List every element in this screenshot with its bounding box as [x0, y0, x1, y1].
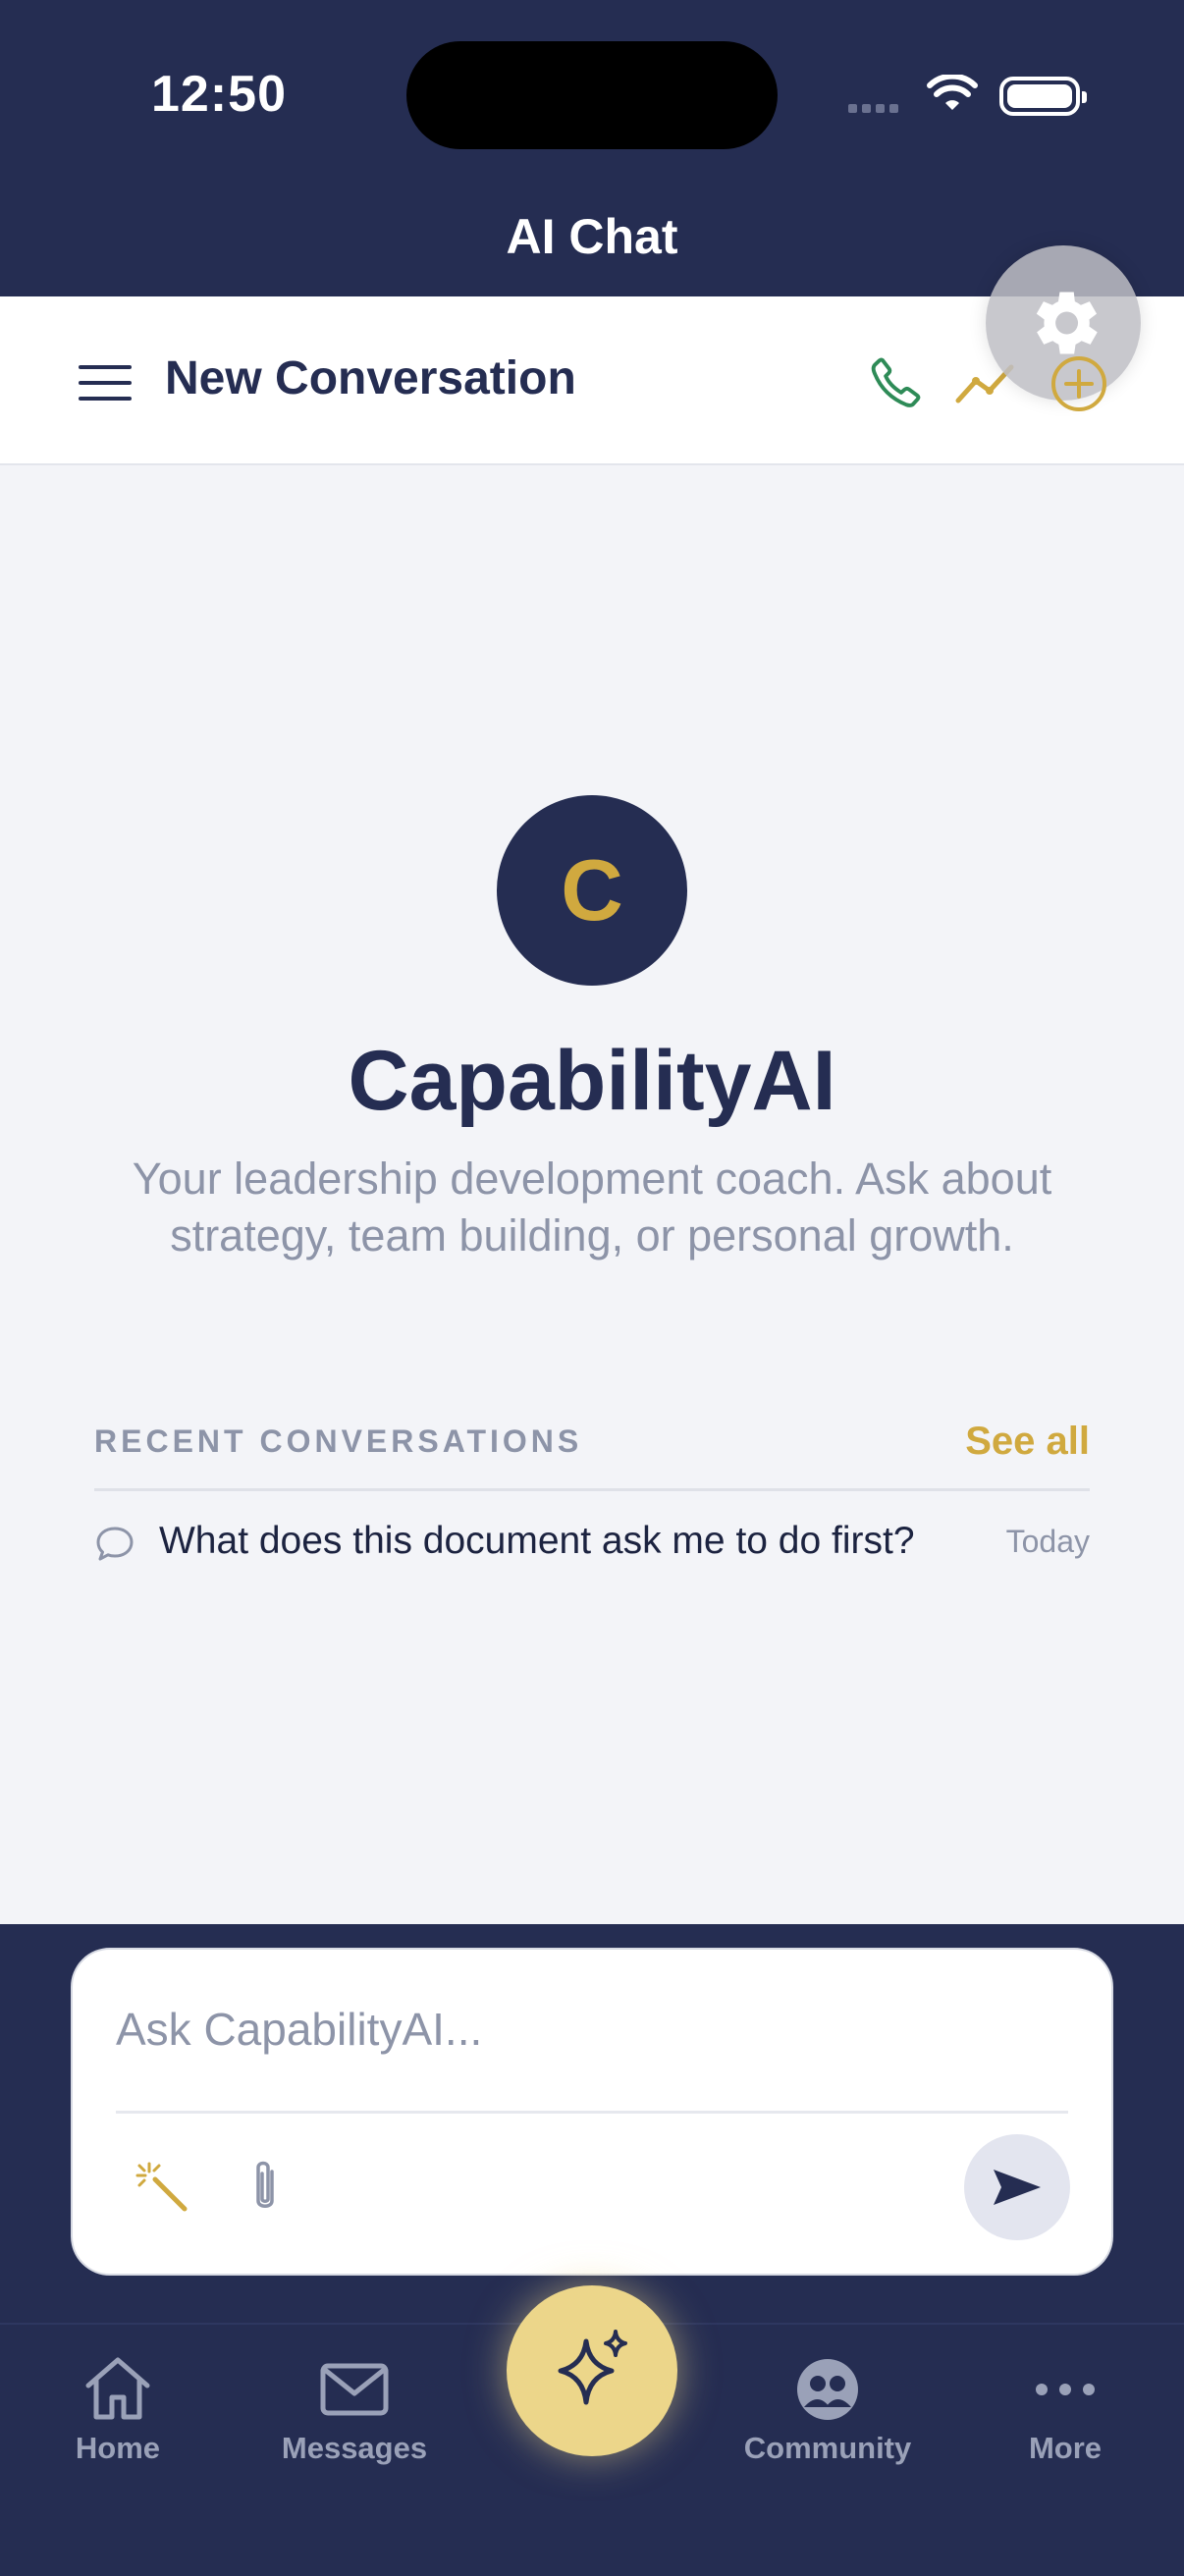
home-icon	[85, 2357, 150, 2420]
tab-messages-label: Messages	[281, 2431, 428, 2465]
top-bar: 12:50 AI Chat	[0, 0, 1184, 296]
recent-conversation-item[interactable]: What does this document ask me to do fir…	[94, 1514, 1090, 1573]
see-all-link[interactable]: See all	[965, 1420, 1090, 1464]
tab-more[interactable]: More	[967, 2352, 1163, 2466]
tab-home[interactable]: Home	[20, 2352, 216, 2466]
send-icon	[994, 2170, 1041, 2205]
recent-conversations-header: RECENT CONVERSATIONS See all	[94, 1420, 1090, 1491]
tab-more-label: More	[1028, 2431, 1103, 2465]
ai-chat-tab-button[interactable]	[507, 2285, 677, 2456]
chat-bubble-icon	[96, 1527, 134, 1561]
more-icon	[1036, 2384, 1095, 2395]
battery-icon	[999, 77, 1087, 116]
recent-conversation-date: Today	[1005, 1524, 1090, 1559]
mail-icon	[320, 2363, 389, 2416]
hamburger-icon[interactable]	[79, 365, 132, 404]
phone-icon[interactable]	[866, 351, 927, 412]
wifi-icon	[927, 75, 978, 110]
assistant-tagline: Your leadership development coach. Ask a…	[132, 1154, 1052, 1261]
message-input[interactable]	[116, 1995, 1078, 2064]
magic-wand-icon[interactable]	[134, 2156, 196, 2219]
conversation-title: New Conversation	[165, 352, 576, 404]
tab-community[interactable]: Community	[729, 2352, 926, 2466]
paperclip-icon[interactable]	[245, 2156, 285, 2219]
conversation-bar: New Conversation	[0, 245, 1184, 465]
send-button[interactable]	[964, 2134, 1070, 2240]
tab-messages[interactable]: Messages	[256, 2352, 453, 2466]
page-title: AI Chat	[506, 209, 678, 264]
dynamic-island	[406, 41, 778, 149]
plus-circle-icon[interactable]	[1049, 353, 1109, 414]
assistant-avatar: C	[497, 795, 687, 986]
sparkles-icon	[558, 2330, 627, 2405]
composer-divider	[116, 2111, 1068, 2114]
recent-conversation-text: What does this document ask me to do fir…	[159, 1520, 915, 1562]
message-composer	[71, 1948, 1113, 2276]
community-icon	[797, 2359, 858, 2420]
recent-conversations-label: RECENT CONVERSATIONS	[94, 1423, 583, 1459]
tab-home-label: Home	[75, 2431, 161, 2465]
tab-community-label: Community	[743, 2431, 912, 2465]
assistant-name: CapabilityAI	[348, 1034, 836, 1128]
cellular-signal-icon	[848, 100, 907, 114]
status-time: 12:50	[151, 66, 287, 123]
